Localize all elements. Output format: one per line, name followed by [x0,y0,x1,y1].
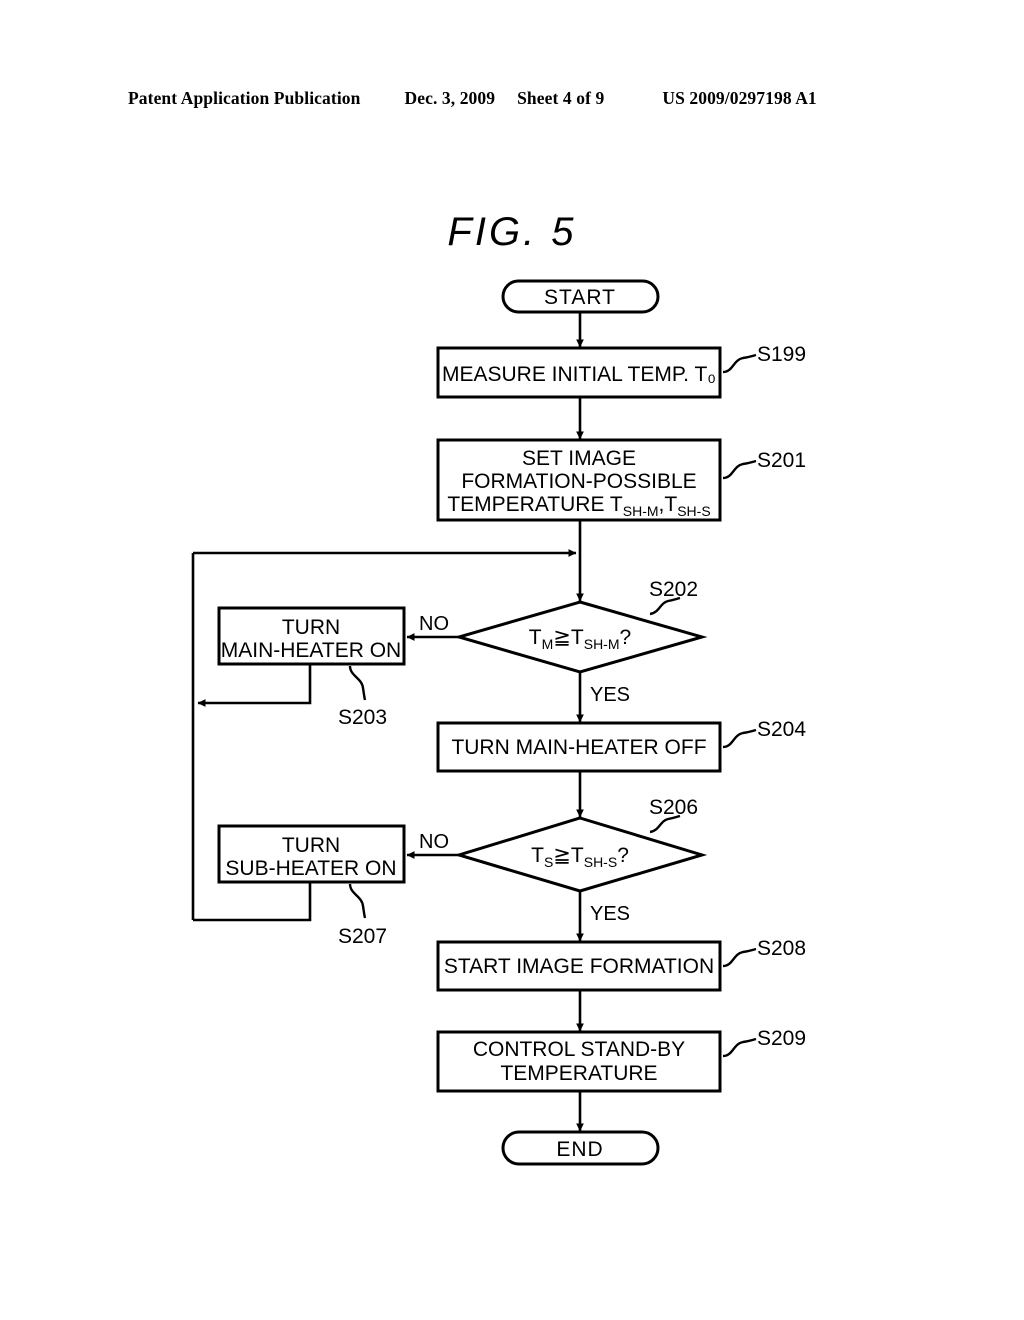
leader-line-s207 [348,883,367,919]
decision-s202-cond-op: ≧T [553,626,584,649]
process-node-s201: SET IMAGE FORMATION-POSSIBLE TEMPERATURE… [436,438,806,522]
process-s207-line1: TURN [282,834,340,857]
process-s201-line2: FORMATION-POSSIBLE [461,470,696,493]
decision-s206-cond-tail: ? [617,844,629,867]
leader-line-s208 [722,947,757,968]
terminal-start: START [501,279,660,314]
process-node-s207: TURN SUB-HEATER ON S207 [217,824,406,948]
decision-s202-cond-tail: ? [620,626,632,649]
branch-label-s202-yes: YES [590,684,630,706]
process-s203-line1: TURN [282,616,340,639]
connector-s207-to-feedback-bus [193,882,312,922]
terminal-end: END [501,1130,660,1166]
connector-s203-to-feedback-bus [197,664,312,707]
step-label-s199: S199 [757,343,806,366]
step-label-s207: S207 [338,925,387,948]
process-s201-line3-sub1: SH-M [623,503,659,519]
step-label-s204: S204 [757,718,806,741]
process-node-s208: START IMAGE FORMATION S208 [436,937,806,992]
decision-s202-cond-main: T [529,626,542,649]
process-node-s209: CONTROL STAND-BY TEMPERATURE S209 [436,1027,806,1093]
decision-s206-cond-sub1: S [544,854,553,870]
decision-s202-cond-sub2: SH-M [584,636,620,652]
process-s201-line3: TEMPERATURE TSH-M,TSH-S [447,493,710,519]
process-s209-line1: CONTROL STAND-BY [473,1038,685,1061]
flowchart-canvas: START MEASURE INITIAL TEMP. T₀ S199 SET … [191,279,806,1166]
process-node-s204: TURN MAIN-HEATER OFF S204 [436,718,806,773]
decision-node-s202: TM≧TSH-M? S202 NO YES [419,578,708,706]
process-s208-label: START IMAGE FORMATION [444,955,714,978]
figure-5-flowchart: FIG. 5 START MEASURE INITIAL TEMP. T₀ S1… [0,0,1024,1320]
process-s201-line3-mid: ,T [659,493,678,516]
process-s199-label: MEASURE INITIAL TEMP. T₀ [442,363,716,386]
process-s209-line2: TEMPERATURE [500,1062,657,1085]
process-node-s203: TURN MAIN-HEATER ON S203 [217,606,406,729]
step-label-s209: S209 [757,1027,806,1050]
step-label-s206: S206 [649,796,698,819]
process-s203-line2: MAIN-HEATER ON [221,639,401,662]
leader-line-s199 [722,353,757,374]
step-label-s203: S203 [338,706,387,729]
process-s201-line1: SET IMAGE [522,447,636,470]
terminal-start-label: START [544,286,616,309]
branch-label-s206-yes: YES [590,903,630,925]
step-label-s202: S202 [649,578,698,601]
decision-s206-cond-sub2: SH-S [584,854,617,870]
process-s207-line2: SUB-HEATER ON [225,857,396,880]
leader-line-s201 [722,459,757,480]
step-label-s201: S201 [757,449,806,472]
branch-label-s206-no: NO [419,831,449,853]
branch-label-s202-no: NO [419,613,449,635]
decision-s202-cond-sub1: M [542,636,554,652]
process-node-s199: MEASURE INITIAL TEMP. T₀ S199 [436,343,806,399]
leader-line-s203 [348,665,367,701]
process-s204-label: TURN MAIN-HEATER OFF [451,736,706,759]
process-s201-line3-sub2: SH-S [677,503,710,519]
decision-s206-cond-op: ≧T [553,844,584,867]
step-label-s208: S208 [757,937,806,960]
decision-node-s206: TS≧TSH-S? S206 NO YES [419,796,708,925]
leader-line-s204 [722,728,757,749]
process-s201-line3-main: TEMPERATURE T [447,493,623,516]
leader-line-s209 [722,1037,757,1058]
terminal-end-label: END [556,1138,603,1161]
decision-s206-cond-main: T [531,844,544,867]
